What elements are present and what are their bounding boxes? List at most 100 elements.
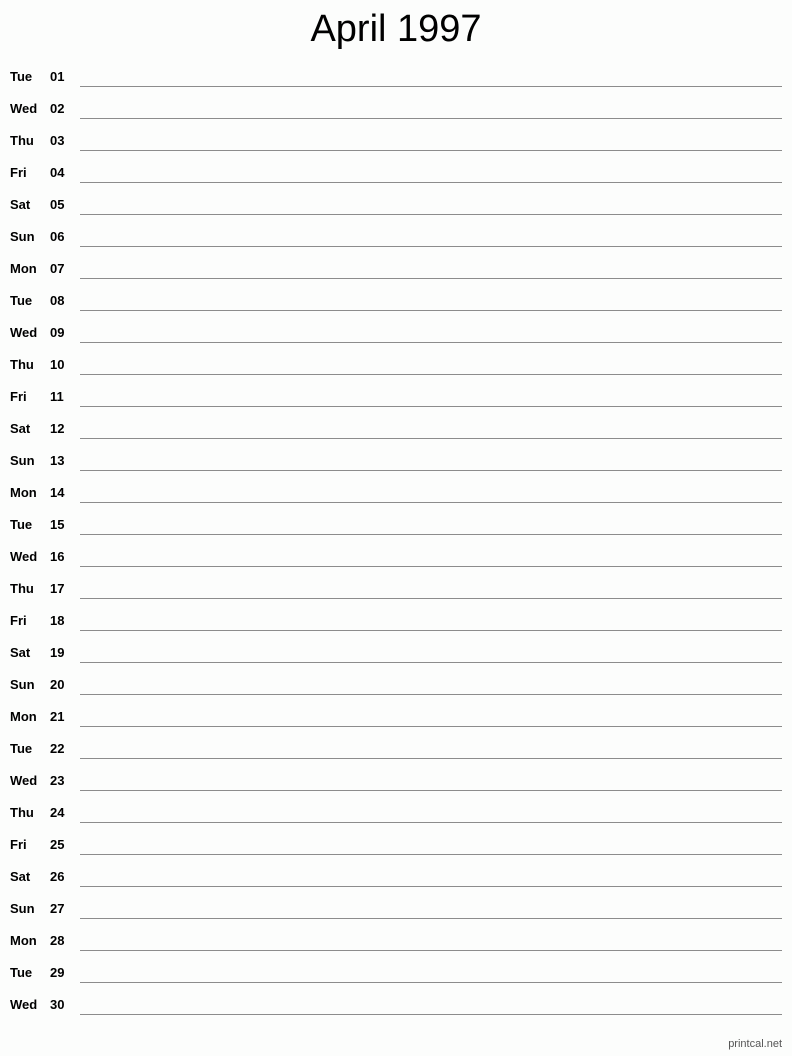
weekday-label: Fri (10, 165, 27, 180)
day-list: Tue 01 Wed 02 Thu 03 Fri 04 Sat 05 Sun 06 Mon 07 Tue 08… (0, 64, 792, 1024)
date-number: 14 (50, 485, 65, 500)
date-number: 23 (50, 773, 65, 788)
weekday-label: Sat (10, 869, 31, 884)
writing-line (80, 342, 782, 343)
date-number: 28 (50, 933, 65, 948)
date-number: 20 (50, 677, 65, 692)
writing-line (80, 118, 782, 119)
day-row: Wed 09 (0, 320, 792, 352)
weekday-label: Sun (10, 677, 35, 692)
day-row: Fri 18 (0, 608, 792, 640)
writing-line (80, 950, 782, 951)
weekday-label: Wed (10, 773, 38, 788)
writing-line (80, 310, 782, 311)
weekday-label: Sat (10, 645, 31, 660)
date-number: 27 (50, 901, 65, 916)
weekday-label: Sun (10, 901, 35, 916)
day-row: Mon 14 (0, 480, 792, 512)
writing-line (80, 534, 782, 535)
weekday-label: Thu (10, 133, 34, 148)
day-row: Mon 28 (0, 928, 792, 960)
day-row: Sun 20 (0, 672, 792, 704)
day-row: Sun 13 (0, 448, 792, 480)
weekday-label: Fri (10, 613, 27, 628)
date-number: 18 (50, 613, 65, 628)
day-row: Sat 12 (0, 416, 792, 448)
writing-line (80, 758, 782, 759)
day-row: Thu 10 (0, 352, 792, 384)
writing-line (80, 150, 782, 151)
page-title: April 1997 (310, 8, 482, 50)
writing-line (80, 502, 782, 503)
writing-line (80, 182, 782, 183)
day-row: Sun 06 (0, 224, 792, 256)
day-row: Wed 30 (0, 992, 792, 1024)
day-row: Tue 08 (0, 288, 792, 320)
weekday-label: Sun (10, 453, 35, 468)
date-number: 30 (50, 997, 65, 1012)
date-number: 01 (50, 69, 65, 84)
day-row: Tue 22 (0, 736, 792, 768)
date-number: 22 (50, 741, 65, 756)
date-number: 08 (50, 293, 65, 308)
writing-line (80, 630, 782, 631)
writing-line (80, 406, 782, 407)
writing-line (80, 246, 782, 247)
day-row: Mon 21 (0, 704, 792, 736)
footer-credit: printcal.net (728, 1038, 782, 1050)
day-row: Fri 04 (0, 160, 792, 192)
date-number: 15 (50, 517, 65, 532)
writing-line (80, 662, 782, 663)
weekday-label: Fri (10, 837, 27, 852)
date-number: 25 (50, 837, 65, 852)
writing-line (80, 598, 782, 599)
weekday-label: Sat (10, 421, 31, 436)
weekday-label: Mon (10, 933, 37, 948)
weekday-label: Wed (10, 997, 38, 1012)
writing-line (80, 854, 782, 855)
date-number: 19 (50, 645, 65, 660)
date-number: 24 (50, 805, 65, 820)
weekday-label: Wed (10, 101, 38, 116)
date-number: 04 (50, 165, 65, 180)
date-number: 03 (50, 133, 65, 148)
weekday-label: Tue (10, 293, 33, 308)
day-row: Tue 01 (0, 64, 792, 96)
weekday-label: Tue (10, 741, 33, 756)
date-number: 21 (50, 709, 65, 724)
date-number: 02 (50, 101, 65, 116)
weekday-label: Mon (10, 709, 37, 724)
weekday-label: Thu (10, 581, 34, 596)
day-row: Sun 27 (0, 896, 792, 928)
weekday-label: Sun (10, 229, 35, 244)
day-row: Tue 15 (0, 512, 792, 544)
day-row: Fri 11 (0, 384, 792, 416)
day-row: Wed 02 (0, 96, 792, 128)
writing-line (80, 278, 782, 279)
date-number: 11 (50, 389, 64, 404)
writing-line (80, 214, 782, 215)
weekday-label: Sat (10, 197, 31, 212)
writing-line (80, 694, 782, 695)
weekday-label: Thu (10, 805, 34, 820)
weekday-label: Thu (10, 357, 34, 372)
weekday-label: Mon (10, 485, 37, 500)
date-number: 10 (50, 357, 65, 372)
writing-line (80, 982, 782, 983)
writing-line (80, 886, 782, 887)
writing-line (80, 470, 782, 471)
day-row: Sat 19 (0, 640, 792, 672)
date-number: 29 (50, 965, 65, 980)
writing-line (80, 822, 782, 823)
day-row: Sat 05 (0, 192, 792, 224)
date-number: 09 (50, 325, 65, 340)
writing-line (80, 790, 782, 791)
writing-line (80, 438, 782, 439)
date-number: 13 (50, 453, 65, 468)
date-number: 07 (50, 261, 65, 276)
weekday-label: Wed (10, 325, 38, 340)
day-row: Mon 07 (0, 256, 792, 288)
weekday-label: Tue (10, 517, 33, 532)
day-row: Tue 29 (0, 960, 792, 992)
day-row: Thu 03 (0, 128, 792, 160)
